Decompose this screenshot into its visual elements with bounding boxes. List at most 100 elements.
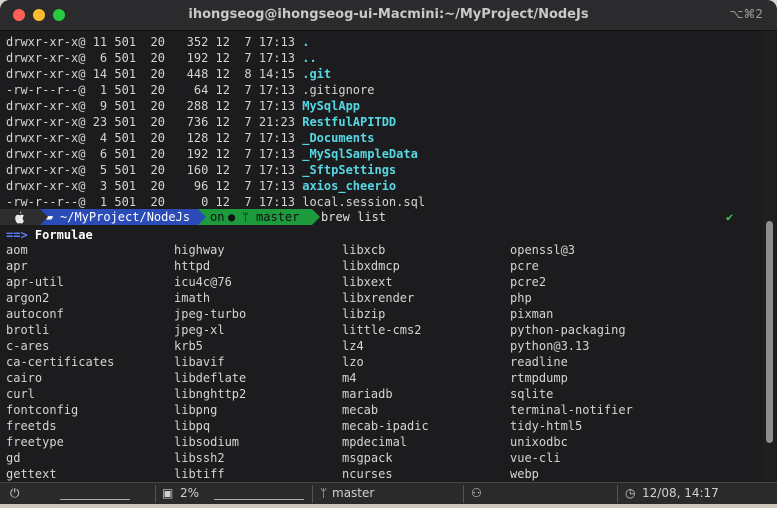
formula-item: msgpack <box>342 451 393 465</box>
formula-item: ncurses <box>342 467 393 481</box>
prompt-os-segment <box>0 209 48 225</box>
formula-item: icu4c@76 <box>174 275 232 289</box>
formula-item: jpeg-turbo <box>174 307 247 321</box>
formula-item: little-cms2 <box>342 323 422 337</box>
formula-item: python-packaging <box>510 323 626 337</box>
prompt-git-segment: on ● ᛘ master <box>198 209 320 225</box>
listing-name: .. <box>302 51 317 65</box>
branch-icon: ᛘ <box>320 486 328 500</box>
tab-shortcut: ⌥⌘2 <box>729 7 763 21</box>
formula-item: libtiff <box>174 467 225 481</box>
scrollbar-thumb[interactable] <box>766 221 773 443</box>
formula-item: apr <box>6 259 28 273</box>
formula-item: php <box>510 291 532 305</box>
formula-item: libpng <box>174 403 218 417</box>
formula-item: libxdmcp <box>342 259 400 273</box>
listing-row: -rw-r--r--@ 1 501 20 64 12 7 17:13 .giti… <box>6 82 374 98</box>
formula-item: krb5 <box>174 339 203 353</box>
formula-item: ca-certificates <box>6 355 115 369</box>
formula-item: mpdecimal <box>342 435 408 449</box>
formula-item: gettext <box>6 467 57 481</box>
formula-item: python@3.13 <box>510 339 590 353</box>
listing-meta: drwxr-xr-x@ 23 501 20 736 12 7 21:23 <box>6 115 303 129</box>
status-datetime: 12/08, 14:17 <box>642 486 719 500</box>
formula-item: mecab <box>342 403 379 417</box>
listing-meta: drwxr-xr-x@ 6 501 20 192 12 7 17:13 <box>6 147 303 161</box>
status-divider <box>463 485 464 503</box>
formula-item: argon2 <box>6 291 50 305</box>
check-icon: ✔ <box>726 210 734 224</box>
formula-item: libsodium <box>174 435 240 449</box>
formula-item: readline <box>510 355 568 369</box>
prompt-path: ~/MyProject/NodeJs <box>60 210 191 224</box>
status-bar: ⏻ ▣ 2% ᛘ master ⚇ ◷ 12/08, 14:17 <box>0 482 777 505</box>
window-title: ihongseog@ihongseog-ui-Macmini:~/MyProje… <box>188 7 589 22</box>
plug-icon: ⏻ <box>10 486 20 500</box>
listing-name: _Documents <box>302 131 375 145</box>
listing-meta: drwxr-xr-x@ 9 501 20 288 12 7 17:13 <box>6 99 303 113</box>
prompt-branch: master <box>256 210 300 224</box>
terminal-window: ihongseog@ihongseog-ui-Macmini:~/MyProje… <box>0 0 777 508</box>
status-divider <box>312 485 313 503</box>
cpu-graph-line <box>214 499 304 500</box>
formula-item: libavif <box>174 355 225 369</box>
listing-row: drwxr-xr-x@ 5 501 20 160 12 7 17:13 _Sft… <box>6 162 396 178</box>
formula-item: libxrender <box>342 291 415 305</box>
formula-item: vue-cli <box>510 451 561 465</box>
formula-item: imath <box>174 291 211 305</box>
formula-item: mecab-ipadic <box>342 419 429 433</box>
listing-meta: drwxr-xr-x@ 11 501 20 352 12 7 17:13 <box>6 35 303 49</box>
prompt-on: on <box>210 210 225 224</box>
formula-item: tidy-html5 <box>510 419 583 433</box>
github-icon: ● <box>228 210 236 224</box>
formula-item: brotli <box>6 323 50 337</box>
listing-name: _SftpSettings <box>302 163 397 177</box>
listing-name: .gitignore <box>302 83 375 97</box>
status-divider <box>155 485 156 503</box>
user-icon: ⚇ <box>471 486 482 500</box>
formula-item: freetype <box>6 435 64 449</box>
formula-item: libzip <box>342 307 386 321</box>
prompt-path-segment: ▰ ~/MyProject/NodeJs <box>40 209 206 225</box>
formula-item: libssh2 <box>174 451 225 465</box>
formula-item: webp <box>510 467 539 481</box>
listing-row: drwxr-xr-x@ 11 501 20 352 12 7 17:13 . <box>6 34 309 50</box>
listing-row: drwxr-xr-x@ 3 501 20 96 12 7 17:13 axios… <box>6 178 396 194</box>
shell-prompt: ▰ ~/MyProject/NodeJs on ● ᛘ master brew … <box>0 209 762 225</box>
listing-row: drwxr-xr-x@ 14 501 20 448 12 8 14:15 .gi… <box>6 66 331 82</box>
listing-meta: drwxr-xr-x@ 3 501 20 96 12 7 17:13 <box>6 179 303 193</box>
status-divider <box>617 485 618 503</box>
listing-meta: drwxr-xr-x@ 6 501 20 192 12 7 17:13 <box>6 51 303 65</box>
listing-name: RestfulAPITDD <box>302 115 397 129</box>
branch-icon: ᛘ <box>242 210 250 224</box>
arrow-icon: ==> <box>6 228 28 242</box>
formula-item: curl <box>6 387 35 401</box>
formula-item: libxcb <box>342 243 386 257</box>
formula-item: mariadb <box>342 387 393 401</box>
cpu-icon: ▣ <box>162 486 174 500</box>
formula-item: highway <box>174 243 225 257</box>
cpu-usage: 2% <box>180 486 200 500</box>
title-bar[interactable]: ihongseog@ihongseog-ui-Macmini:~/MyProje… <box>0 0 777 31</box>
listing-meta: drwxr-xr-x@ 5 501 20 160 12 7 17:13 <box>6 163 303 177</box>
formula-item: libpq <box>174 419 211 433</box>
formula-item: jpeg-xl <box>174 323 225 337</box>
formula-item: terminal-notifier <box>510 403 633 417</box>
formula-item: libdeflate <box>174 371 247 385</box>
listing-meta: -rw-r--r--@ 1 501 20 0 12 7 17:13 <box>6 195 303 209</box>
formula-item: freetds <box>6 419 57 433</box>
formula-item: pixman <box>510 307 554 321</box>
listing-row: drwxr-xr-x@ 23 501 20 736 12 7 21:23 Res… <box>6 114 396 130</box>
listing-meta: drwxr-xr-x@ 14 501 20 448 12 8 14:15 <box>6 67 303 81</box>
clock-icon: ◷ <box>625 486 636 500</box>
scrollbar[interactable] <box>763 31 777 482</box>
window-bottom-edge <box>0 504 777 508</box>
formula-item: cairo <box>6 371 43 385</box>
formula-item: fontconfig <box>6 403 79 417</box>
formula-item: aom <box>6 243 28 257</box>
terminal-output[interactable]: drwxr-xr-x@ 11 501 20 352 12 7 17:13 . dr… <box>0 31 762 482</box>
listing-name: axios_cheerio <box>302 179 397 193</box>
listing-row: drwxr-xr-x@ 9 501 20 288 12 7 17:13 MySq… <box>6 98 360 114</box>
formula-item: m4 <box>342 371 357 385</box>
formula-item: unixodbc <box>510 435 568 449</box>
